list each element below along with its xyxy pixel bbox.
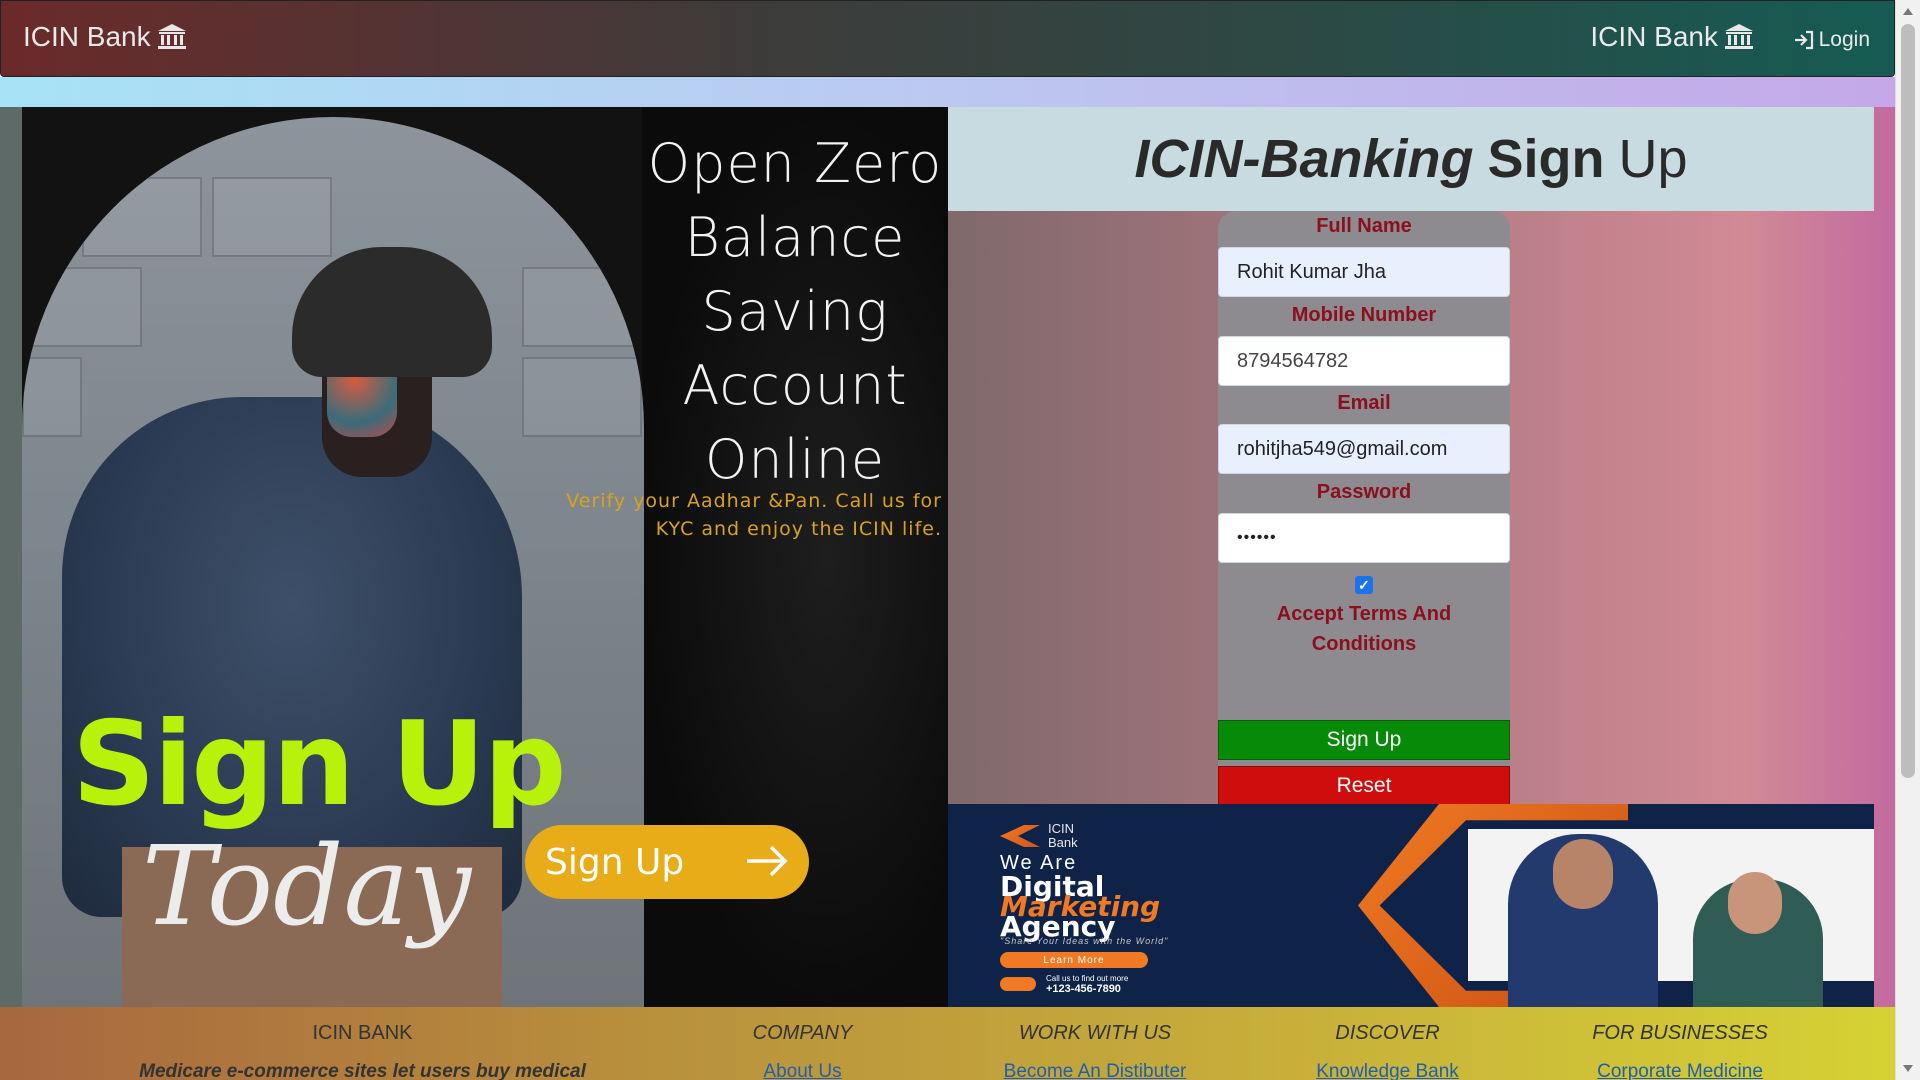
footer-col-icin-bank: ICIN BANK Medicare e-commerce sites let … (115, 1022, 610, 1080)
wall-brick (82, 177, 202, 257)
ad-phone: Call us to find out more +123-456-7890 (1000, 974, 1128, 995)
cta-label: Sign Up (545, 841, 685, 883)
wall-brick (22, 267, 142, 347)
footer-heading: WORK WITH US (1018, 1022, 1172, 1044)
scroll-up-arrow-icon[interactable] (1903, 8, 1913, 15)
brand-right-label: ICIN Bank (1590, 21, 1718, 52)
footer-col-company: COMPANY About Us (700, 1022, 905, 1080)
person-hat (292, 247, 492, 377)
gradient-strip (0, 77, 1895, 107)
footer-heading: ICIN BANK (312, 1022, 413, 1044)
headline-line: Saving (701, 280, 889, 343)
sign-in-icon (1794, 30, 1813, 50)
footer-link-distributer[interactable]: Become An Distibuter (975, 1061, 1215, 1080)
footer-heading: COMPANY (752, 1022, 853, 1044)
footer-link-corporate-medicine[interactable]: Corporate Medicine (1555, 1061, 1805, 1080)
ad-phone-number: +123-456-7890 (1046, 983, 1121, 995)
footer-col-discover: DISCOVER Knowledge Bank (1275, 1022, 1500, 1080)
page-scrollbar[interactable] (1895, 0, 1920, 1080)
promo-big-signup: Sign Up (72, 697, 567, 832)
brand-link[interactable]: ICIN Bank (23, 21, 187, 53)
main-content: Open Zero Balance Saving Account Online … (0, 107, 1895, 1007)
ad-woman-head (1728, 872, 1782, 934)
headline-line: Open Zero (647, 132, 943, 195)
signup-button[interactable]: Sign Up (1218, 720, 1510, 760)
promo-headline: Open Zero Balance Saving Account Online (642, 127, 948, 497)
login-link[interactable]: Login (1793, 28, 1870, 52)
ad-logo: ICIN Bank (1000, 822, 1078, 850)
top-navbar: ICIN Bank ICIN Bank Login (0, 0, 1895, 77)
ad-tagline: "Share Your Ideas with the World" (1000, 936, 1169, 946)
scroll-thumb[interactable] (1901, 24, 1915, 778)
bank-icon (1725, 24, 1753, 49)
ad-logo-line: Bank (1048, 835, 1078, 850)
title-part3: Up (1618, 129, 1688, 189)
subtext-line: KYC and enjoy the ICIN life. (655, 518, 942, 540)
brand-right-link[interactable]: ICIN Bank (1590, 21, 1754, 53)
ad-banner[interactable]: ICIN Bank We Are Digital Marketing Agenc… (948, 804, 1874, 1007)
headline-line: Online (704, 428, 886, 491)
footer: ICIN BANK Medicare e-commerce sites let … (0, 1007, 1895, 1080)
headline-line: Balance (684, 206, 906, 269)
scroll-down-arrow-icon[interactable] (1903, 1065, 1913, 1072)
wall-brick (522, 267, 642, 347)
promo-banner: Open Zero Balance Saving Account Online … (22, 107, 948, 1007)
promo-today: Today (142, 822, 472, 950)
promo-signup-cta[interactable]: Sign Up (525, 825, 809, 899)
phone-icon (1000, 977, 1036, 991)
brand-label: ICIN Bank (23, 21, 151, 52)
footer-link-knowledge-bank[interactable]: Knowledge Bank (1275, 1061, 1500, 1080)
footer-col-work-with-us: WORK WITH US Become An Distibuter (975, 1022, 1215, 1080)
ad-learn-more-button[interactable]: Learn More (1000, 952, 1148, 968)
wall-brick (522, 357, 642, 437)
ad-man-head (1553, 839, 1613, 909)
arrow-right-icon (747, 845, 788, 877)
wall-brick (212, 177, 332, 257)
footer-col-for-businesses: FOR BUSINESSES Corporate Medicine (1555, 1022, 1805, 1080)
footer-heading: DISCOVER (1335, 1022, 1440, 1044)
wall-brick (22, 357, 82, 437)
footer-description: Medicare e-commerce sites let users buy … (139, 1061, 586, 1080)
headline-line: Account (682, 354, 908, 417)
promo-subtext: Verify your Aadhar &Pan. Call us for KYC… (522, 487, 942, 543)
login-label: Login (1818, 28, 1870, 51)
footer-heading: FOR BUSINESSES (1592, 1022, 1768, 1044)
bank-icon (157, 24, 186, 49)
subtext-line: Verify your Aadhar &Pan. Call us for (566, 490, 942, 512)
ad-logo-mark-icon (1000, 825, 1040, 847)
reset-button[interactable]: Reset (1218, 766, 1510, 806)
footer-link-about-us[interactable]: About Us (700, 1061, 905, 1080)
ad-logo-line: ICIN (1048, 821, 1074, 836)
